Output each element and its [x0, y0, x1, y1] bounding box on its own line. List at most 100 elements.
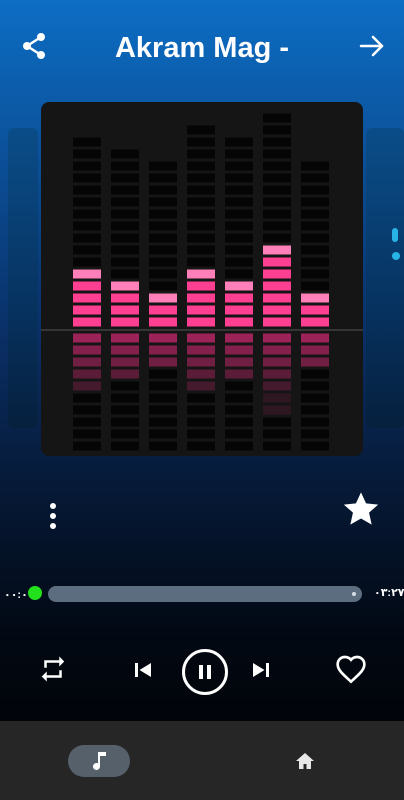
equalizer-segment: [263, 369, 291, 379]
seek-thumb[interactable]: [28, 586, 42, 600]
previous-button[interactable]: [128, 655, 158, 685]
next-album-card[interactable]: [366, 128, 404, 428]
song-title: Akram Mag -: [114, 32, 290, 64]
equalizer-segment: [73, 345, 101, 355]
nav-music-tab[interactable]: [68, 745, 130, 777]
equalizer-segment: [111, 173, 139, 183]
equalizer-segment: [187, 317, 215, 327]
top-bar: Akram Mag -: [0, 0, 404, 100]
equalizer-segment: [301, 441, 329, 451]
equalizer-segment: [149, 269, 177, 279]
equalizer-segment: [149, 333, 177, 343]
like-button[interactable]: [334, 653, 368, 685]
equalizer-segment: [73, 245, 101, 255]
equalizer-segment: [187, 393, 215, 403]
equalizer-segment: [187, 405, 215, 415]
equalizer-segment: [111, 257, 139, 267]
share-icon[interactable]: [18, 30, 50, 62]
equalizer-segment: [301, 233, 329, 243]
skip-previous-icon: [135, 663, 151, 677]
equalizer-segment: [73, 317, 101, 327]
nav-home-tab[interactable]: [293, 750, 317, 772]
equalizer-segment: [225, 197, 253, 207]
equalizer-segment: [263, 345, 291, 355]
equalizer-segment: [111, 209, 139, 219]
equalizer-segment: [111, 345, 139, 355]
equalizer-segment: [225, 185, 253, 195]
equalizer-segment: [187, 137, 215, 147]
equalizer-segment: [187, 429, 215, 439]
equalizer-segment: [225, 149, 253, 159]
equalizer-segment: [301, 185, 329, 195]
equalizer-segment: [301, 257, 329, 267]
equalizer-segment: [301, 305, 329, 315]
equalizer-segment: [149, 429, 177, 439]
equalizer-segment: [73, 149, 101, 159]
equalizer-segment: [187, 197, 215, 207]
next-button[interactable]: [246, 655, 276, 685]
equalizer-segment: [149, 417, 177, 427]
equalizer-segment: [263, 281, 291, 291]
equalizer-segment: [73, 173, 101, 183]
equalizer-segment: [263, 357, 291, 367]
equalizer-segment: [149, 257, 177, 267]
equalizer-segment: [73, 257, 101, 267]
equalizer-segment: [225, 345, 253, 355]
equalizer-segment: [149, 369, 177, 379]
equalizer-segment: [111, 197, 139, 207]
equalizer-segment: [225, 209, 253, 219]
previous-album-card[interactable]: [8, 128, 38, 428]
equalizer-segment: [263, 161, 291, 171]
equalizer-segment: [263, 197, 291, 207]
more-vertical-icon[interactable]: [44, 500, 62, 534]
equalizer-segment: [73, 405, 101, 415]
equalizer-segment: [149, 405, 177, 415]
equalizer-segment: [149, 357, 177, 367]
page-indicator-dot: [392, 252, 400, 260]
equalizer-segment: [149, 161, 177, 171]
seek-bar[interactable]: [48, 586, 362, 602]
equalizer-segment: [225, 429, 253, 439]
equalizer-segment: [225, 305, 253, 315]
equalizer-segment: [111, 233, 139, 243]
equalizer-segment: [111, 393, 139, 403]
equalizer-segment: [73, 417, 101, 427]
duration-time: ۰۳:۲۷: [374, 587, 404, 599]
equalizer-segment: [225, 173, 253, 183]
equalizer-segment: [225, 333, 253, 343]
equalizer-segment: [263, 393, 291, 403]
equalizer-segment: [187, 209, 215, 219]
equalizer-segment: [263, 441, 291, 451]
equalizer-segment: [263, 293, 291, 303]
arrow-right-icon[interactable]: [356, 30, 388, 62]
equalizer-segment: [263, 257, 291, 267]
equalizer-segment: [111, 357, 139, 367]
equalizer-segment: [301, 417, 329, 427]
bottom-navigation: [0, 721, 404, 800]
equalizer-segment: [187, 417, 215, 427]
equalizer-segment: [225, 317, 253, 327]
equalizer-segment: [73, 357, 101, 367]
album-artwork: [41, 102, 363, 456]
repeat-button[interactable]: [36, 652, 70, 686]
equalizer-segment: [301, 357, 329, 367]
equalizer-segment: [301, 245, 329, 255]
equalizer-segment: [149, 317, 177, 327]
equalizer-segment: [225, 269, 253, 279]
pause-button[interactable]: [182, 649, 228, 695]
equalizer-segment: [301, 345, 329, 355]
star-icon[interactable]: [340, 488, 382, 530]
equalizer-segment: [111, 441, 139, 451]
equalizer-segment: [111, 381, 139, 391]
equalizer-segment: [225, 233, 253, 243]
equalizer-segment: [111, 245, 139, 255]
equalizer-segment: [149, 293, 177, 303]
equalizer-segment: [263, 113, 291, 123]
equalizer-segment: [263, 173, 291, 183]
equalizer-segment: [301, 293, 329, 303]
equalizer-segment: [73, 393, 101, 403]
equalizer-segment: [263, 405, 291, 415]
equalizer-segment: [263, 209, 291, 219]
equalizer-segment: [73, 305, 101, 315]
equalizer-segment: [111, 305, 139, 315]
